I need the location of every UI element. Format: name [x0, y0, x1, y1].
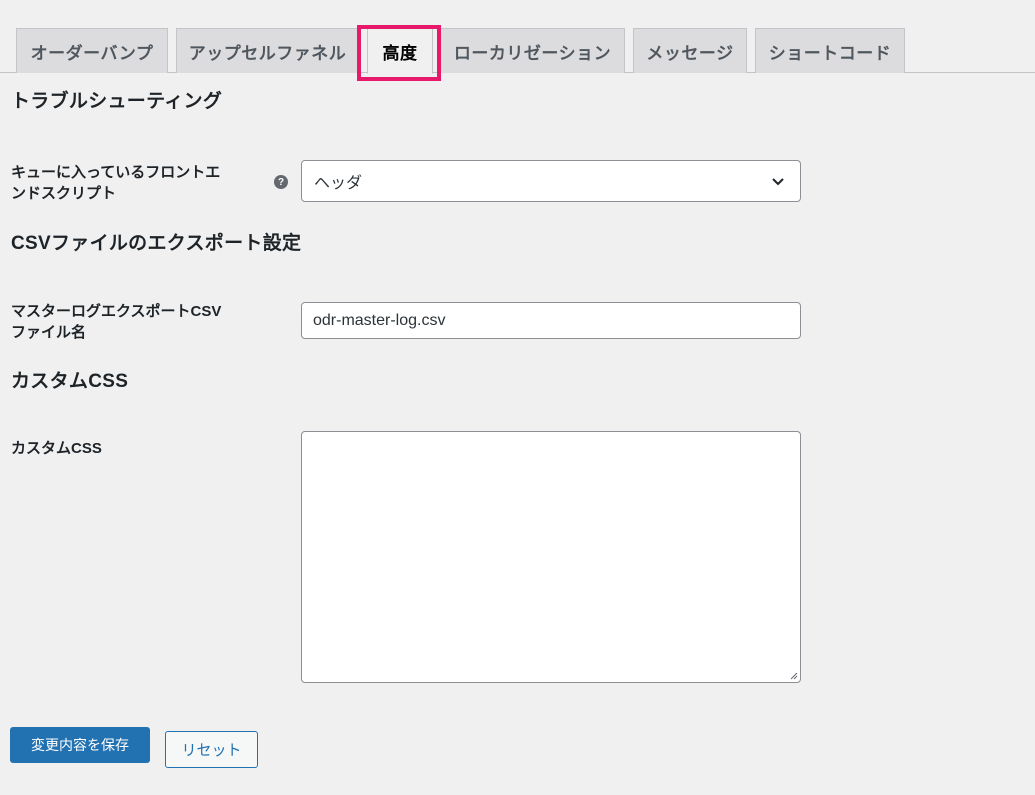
save-changes-button[interactable]: 変更内容を保存 [10, 727, 150, 763]
master-log-csv-label: マスターログエクスポートCSV ファイル名 [11, 303, 222, 341]
reset-button[interactable]: リセット [165, 731, 258, 768]
question-circle-icon[interactable]: ? [274, 175, 288, 189]
settings-tabs: オーダーバンプ アップセルファネル 高度 ローカリゼーション メッセージ ショー… [0, 0, 1035, 74]
tab-order-bump[interactable]: オーダーバンプ [16, 28, 168, 73]
custom-css-label: カスタムCSS [11, 440, 102, 457]
select-value: ヘッダ [314, 175, 363, 192]
tab-upsell-funnel[interactable]: アップセルファネル [176, 28, 359, 73]
section-title-csv-export: CSVファイルのエクスポート設定 [11, 233, 302, 254]
tab-advanced[interactable]: 高度 [367, 28, 433, 74]
enqueued-scripts-label: キューに入っているフロントエ ンドスクリプト [11, 164, 221, 202]
enqueued-scripts-select[interactable]: ヘッダ [301, 160, 801, 202]
custom-css-textarea[interactable] [301, 431, 801, 683]
chevron-down-icon [772, 178, 784, 186]
tab-shortcodes[interactable]: ショートコード [755, 28, 905, 73]
section-title-custom-css: カスタムCSS [11, 371, 129, 392]
master-log-filename-input[interactable] [301, 302, 801, 339]
resize-grip-icon[interactable] [789, 671, 798, 680]
tab-localization[interactable]: ローカリゼーション [440, 28, 625, 73]
section-title-troubleshooting: トラブルシューティング [11, 91, 223, 112]
tab-messages[interactable]: メッセージ [633, 28, 747, 73]
